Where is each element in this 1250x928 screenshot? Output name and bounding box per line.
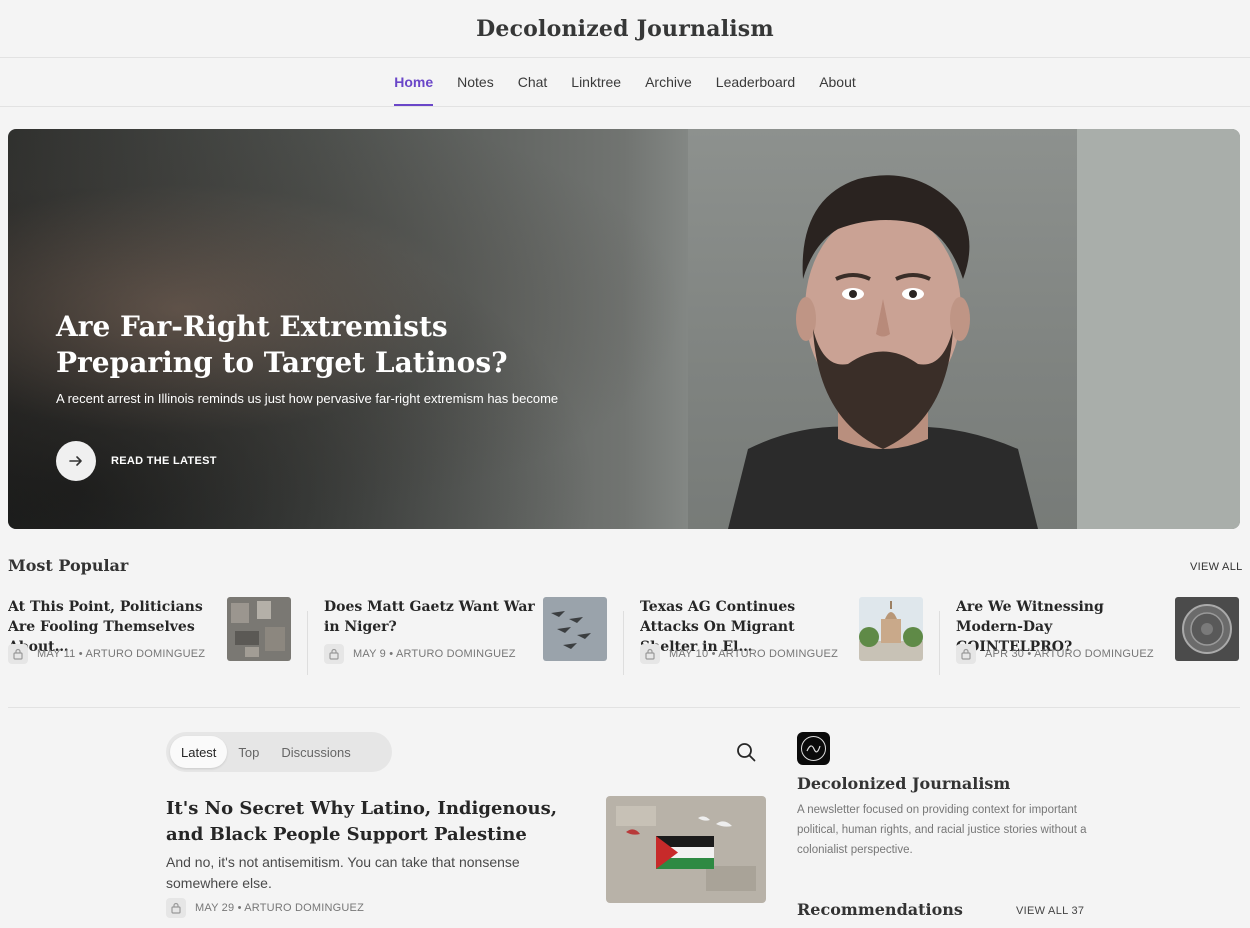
nav-item-about[interactable]: About	[807, 58, 868, 106]
popular-post-thumbnail[interactable]	[543, 597, 607, 661]
popular-post-meta: APR 30 • ARTURO DOMINGUEZ	[956, 644, 1154, 664]
card-divider	[307, 611, 308, 675]
hero-photo	[688, 129, 1077, 529]
hero-subtitle: A recent arrest in Illinois reminds us j…	[56, 391, 559, 406]
publication-name[interactable]: Decolonized Journalism	[797, 774, 1010, 793]
lock-icon	[166, 898, 186, 918]
recommendations-heading: Recommendations	[797, 900, 963, 919]
post-subtitle[interactable]: And no, it's not antisemitism. You can t…	[166, 852, 566, 894]
feed-tabs: Latest Top Discussions	[166, 732, 392, 772]
read-latest-label[interactable]: READ THE LATEST	[111, 455, 217, 467]
popular-post-card[interactable]: Are We Witnessing Modern-Day COINTELPRO?…	[956, 597, 1250, 677]
most-popular-list: At This Point, Politicians Are Fooling T…	[8, 597, 1240, 677]
post-date-author: MAY 29 • ARTURO DOMINGUEZ	[195, 902, 364, 914]
popular-post-thumbnail[interactable]	[859, 597, 923, 661]
site-title[interactable]: Decolonized Journalism	[476, 16, 774, 42]
card-divider	[623, 611, 624, 675]
popular-post-card[interactable]: Does Matt Gaetz Want War in Niger? MAY 9…	[324, 597, 624, 677]
card-divider	[939, 611, 940, 675]
main-nav: Home Notes Chat Linktree Archive Leaderb…	[0, 58, 1250, 107]
hero-title[interactable]: Are Far-Right Extremists Preparing to Ta…	[56, 309, 596, 381]
post-title[interactable]: It's No Secret Why Latino, Indigenous, a…	[166, 796, 586, 848]
popular-post-meta: MAY 11 • ARTURO DOMINGUEZ	[8, 644, 205, 664]
popular-post-meta: MAY 10 • ARTURO DOMINGUEZ	[640, 644, 838, 664]
lock-icon	[956, 644, 976, 664]
popular-post-thumbnail[interactable]	[227, 597, 291, 661]
tab-latest[interactable]: Latest	[170, 736, 228, 768]
nav-item-chat[interactable]: Chat	[506, 58, 560, 106]
section-divider	[8, 707, 1240, 708]
nav-item-leaderboard[interactable]: Leaderboard	[704, 58, 807, 106]
popular-post-date-author: MAY 9 • ARTURO DOMINGUEZ	[353, 648, 516, 660]
most-popular-view-all[interactable]: VIEW ALL	[1190, 561, 1243, 573]
post-meta: MAY 29 • ARTURO DOMINGUEZ	[166, 898, 364, 918]
tab-discussions[interactable]: Discussions	[270, 736, 361, 768]
lock-icon	[8, 644, 28, 664]
popular-post-date-author: MAY 10 • ARTURO DOMINGUEZ	[669, 648, 838, 660]
popular-post-card[interactable]: Texas AG Continues Attacks On Migrant Sh…	[640, 597, 940, 677]
nav-item-archive[interactable]: Archive	[633, 58, 704, 106]
tab-top[interactable]: Top	[227, 736, 270, 768]
popular-post-thumbnail[interactable]	[1175, 597, 1239, 661]
post-thumbnail[interactable]	[606, 796, 766, 903]
popular-post-meta: MAY 9 • ARTURO DOMINGUEZ	[324, 644, 516, 664]
publication-description: A newsletter focused on providing contex…	[797, 804, 1087, 856]
popular-post-title[interactable]: Does Matt Gaetz Want War in Niger?	[324, 597, 536, 637]
search-icon[interactable]	[735, 741, 757, 763]
nav-item-linktree[interactable]: Linktree	[559, 58, 633, 106]
popular-post-date-author: APR 30 • ARTURO DOMINGUEZ	[985, 648, 1154, 660]
read-latest-button[interactable]: READ THE LATEST	[56, 441, 217, 481]
popular-post-date-author: MAY 11 • ARTURO DOMINGUEZ	[37, 648, 206, 660]
site-header: Decolonized Journalism	[0, 0, 1250, 58]
hero-wall	[1077, 129, 1240, 529]
nav-item-home[interactable]: Home	[382, 58, 445, 106]
nav-item-notes[interactable]: Notes	[445, 58, 506, 106]
lock-icon	[640, 644, 660, 664]
recommendations-view-all[interactable]: VIEW ALL 37	[1016, 905, 1084, 917]
most-popular-heading: Most Popular	[8, 556, 129, 575]
lock-icon	[324, 644, 344, 664]
publication-logo[interactable]	[797, 732, 830, 765]
arrow-right-icon[interactable]	[56, 441, 96, 481]
popular-post-card[interactable]: At This Point, Politicians Are Fooling T…	[8, 597, 308, 677]
hero-banner[interactable]: Are Far-Right Extremists Preparing to Ta…	[8, 129, 1240, 529]
